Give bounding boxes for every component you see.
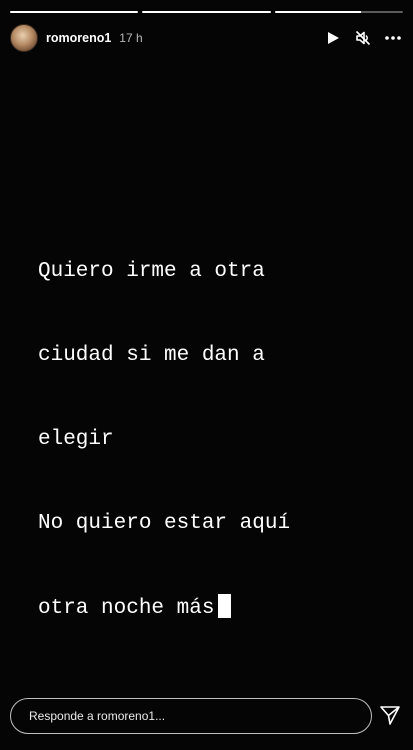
caption-line: otra noche más (38, 597, 215, 620)
caption-line: elegir (38, 428, 114, 451)
send-icon[interactable] (379, 704, 401, 726)
story-caption: Quiero irme a otra ciudad si me dan a el… (38, 202, 393, 679)
progress-fill (10, 11, 139, 13)
reply-bar[interactable] (10, 698, 372, 734)
progress-segment (274, 11, 403, 13)
caption-line: ciudad si me dan a (38, 344, 265, 367)
text-cursor (218, 594, 232, 618)
story-viewer: romoreno1 17 h Quiero irme a otra ciudad… (0, 0, 413, 750)
username[interactable]: romoreno1 (46, 31, 111, 45)
volume-muted-icon[interactable] (355, 30, 371, 46)
progress-segment (10, 11, 139, 13)
progress-segment (142, 11, 271, 13)
caption-line-last: otra noche más (38, 594, 393, 623)
timestamp: 17 h (119, 31, 143, 45)
header-actions (325, 30, 401, 46)
reply-input[interactable] (27, 708, 371, 724)
story-progress-bars (10, 11, 403, 14)
progress-fill (142, 11, 271, 13)
story-header: romoreno1 17 h (10, 24, 401, 52)
more-horizontal-icon[interactable] (385, 30, 401, 46)
progress-fill (274, 11, 361, 13)
caption-line: Quiero irme a otra (38, 260, 265, 283)
play-icon[interactable] (325, 30, 341, 46)
caption-line: No quiero estar aquí (38, 512, 291, 535)
avatar[interactable] (10, 24, 38, 52)
